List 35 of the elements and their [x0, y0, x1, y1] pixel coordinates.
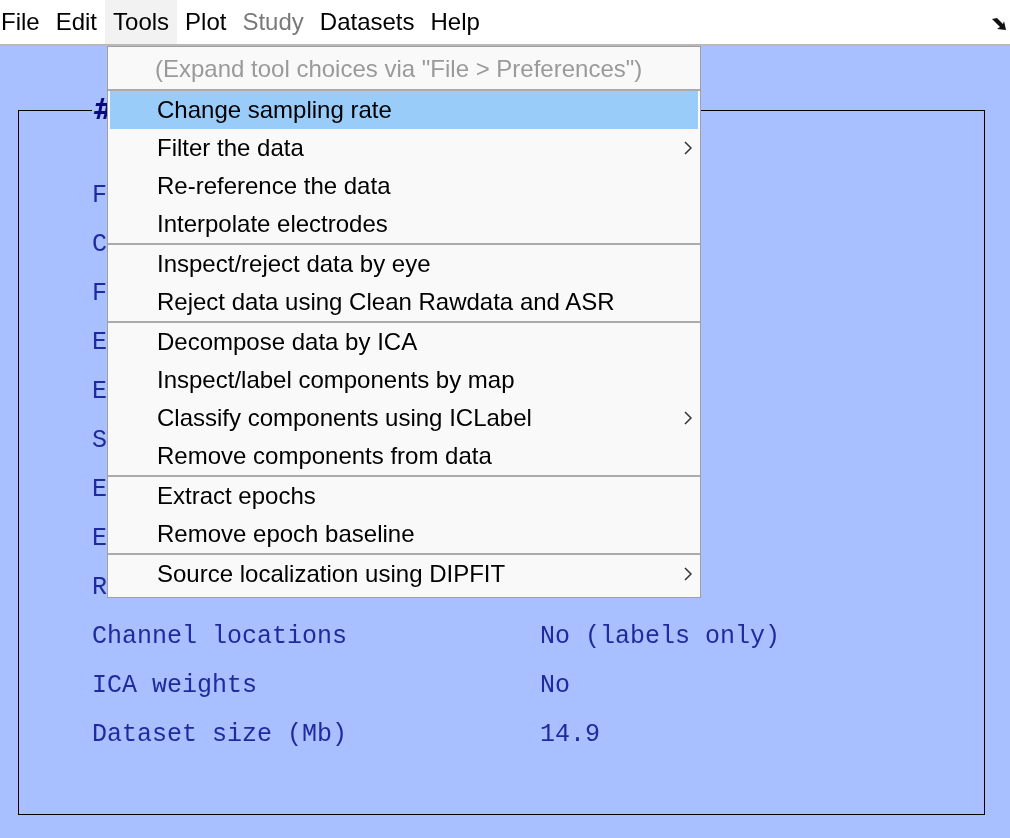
menu-option[interactable]: Source localization using DIPFIT: [110, 555, 698, 593]
menu-option[interactable]: Inspect/label components by map: [110, 361, 698, 399]
resize-arrow-icon[interactable]: [991, 16, 1007, 31]
menu-option[interactable]: Reject data using Clean Rawdata and ASR: [110, 283, 698, 321]
menu-item[interactable]: Edit: [47, 0, 106, 44]
field-label: R: [92, 573, 107, 602]
menu-option[interactable]: Extract epochs: [110, 477, 698, 515]
field-label: ICA weights: [92, 671, 258, 700]
field-label: Channel locations: [92, 622, 348, 651]
field-label: E: [92, 377, 107, 406]
menu-option[interactable]: Filter the data: [110, 129, 698, 167]
field-value: No (labels only): [540, 622, 781, 651]
menu-option[interactable]: Change sampling rate: [110, 91, 698, 129]
menu-item[interactable]: Help: [422, 0, 488, 44]
field-value: 14.9: [540, 720, 600, 749]
field-label: C: [92, 230, 107, 259]
field-label: S: [92, 426, 107, 455]
menu-option[interactable]: Remove epoch baseline: [110, 515, 698, 553]
menu-option[interactable]: Classify components using ICLabel: [110, 399, 698, 437]
menu-option[interactable]: Inspect/reject data by eye: [110, 245, 698, 283]
field-label: F: [92, 279, 107, 308]
menu-option[interactable]: Remove components from data: [110, 437, 698, 475]
menu-item[interactable]: Datasets: [311, 0, 423, 44]
field-label: E: [92, 524, 107, 553]
menu-item[interactable]: Plot: [177, 0, 235, 44]
field-label: F: [92, 181, 107, 210]
field-label: Dataset size (Mb): [92, 720, 348, 749]
field-label: E: [92, 475, 107, 504]
field-label: E: [92, 328, 107, 357]
menu-item[interactable]: File: [0, 0, 48, 44]
menu-item[interactable]: Tools: [105, 0, 178, 44]
menu-option[interactable]: Decompose data by ICA: [110, 323, 698, 361]
menu-option[interactable]: Re-reference the data: [110, 167, 698, 205]
field-value: No: [540, 671, 570, 700]
menu-option[interactable]: Interpolate electrodes: [110, 205, 698, 243]
